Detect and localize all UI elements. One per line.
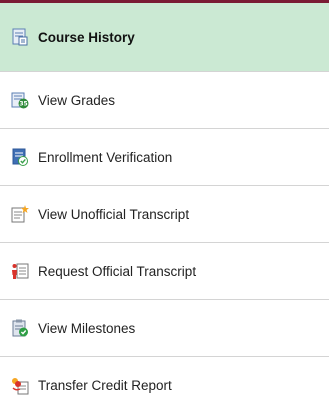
nav-item-label: View Milestones: [38, 320, 136, 336]
nav-item-label: Transfer Credit Report: [38, 378, 172, 393]
nav-item-view-milestones[interactable]: View Milestones: [0, 300, 329, 357]
svg-text:35: 35: [19, 101, 27, 108]
nav-item-label: View Grades: [38, 92, 116, 108]
nav-item-label: Request Official Transcript: [38, 263, 197, 279]
unofficial-transcript-icon: [10, 204, 30, 224]
request-transcript-icon: [10, 261, 30, 281]
nav-item-view-unofficial-transcript[interactable]: View Unofficial Transcript: [0, 186, 329, 243]
nav-item-view-grades[interactable]: 35 View Grades: [0, 72, 329, 129]
nav-item-label: Enrollment Verification: [38, 149, 173, 165]
student-records-nav: Course History 35 View Grades Enrollment…: [0, 0, 329, 408]
grades-icon: 35: [10, 90, 30, 110]
nav-item-enrollment-verification[interactable]: Enrollment Verification: [0, 129, 329, 186]
transfer-credit-icon: [10, 376, 30, 396]
enrollment-verification-icon: [10, 147, 30, 167]
nav-item-course-history[interactable]: Course History: [0, 3, 329, 72]
nav-item-label: View Unofficial Transcript: [38, 206, 190, 222]
course-history-icon: [10, 27, 30, 47]
nav-item-transfer-credit-report[interactable]: Transfer Credit Report: [0, 357, 329, 408]
nav-item-label: Course History: [38, 29, 135, 45]
milestones-icon: [10, 318, 30, 338]
nav-item-request-official-transcript[interactable]: Request Official Transcript: [0, 243, 329, 300]
